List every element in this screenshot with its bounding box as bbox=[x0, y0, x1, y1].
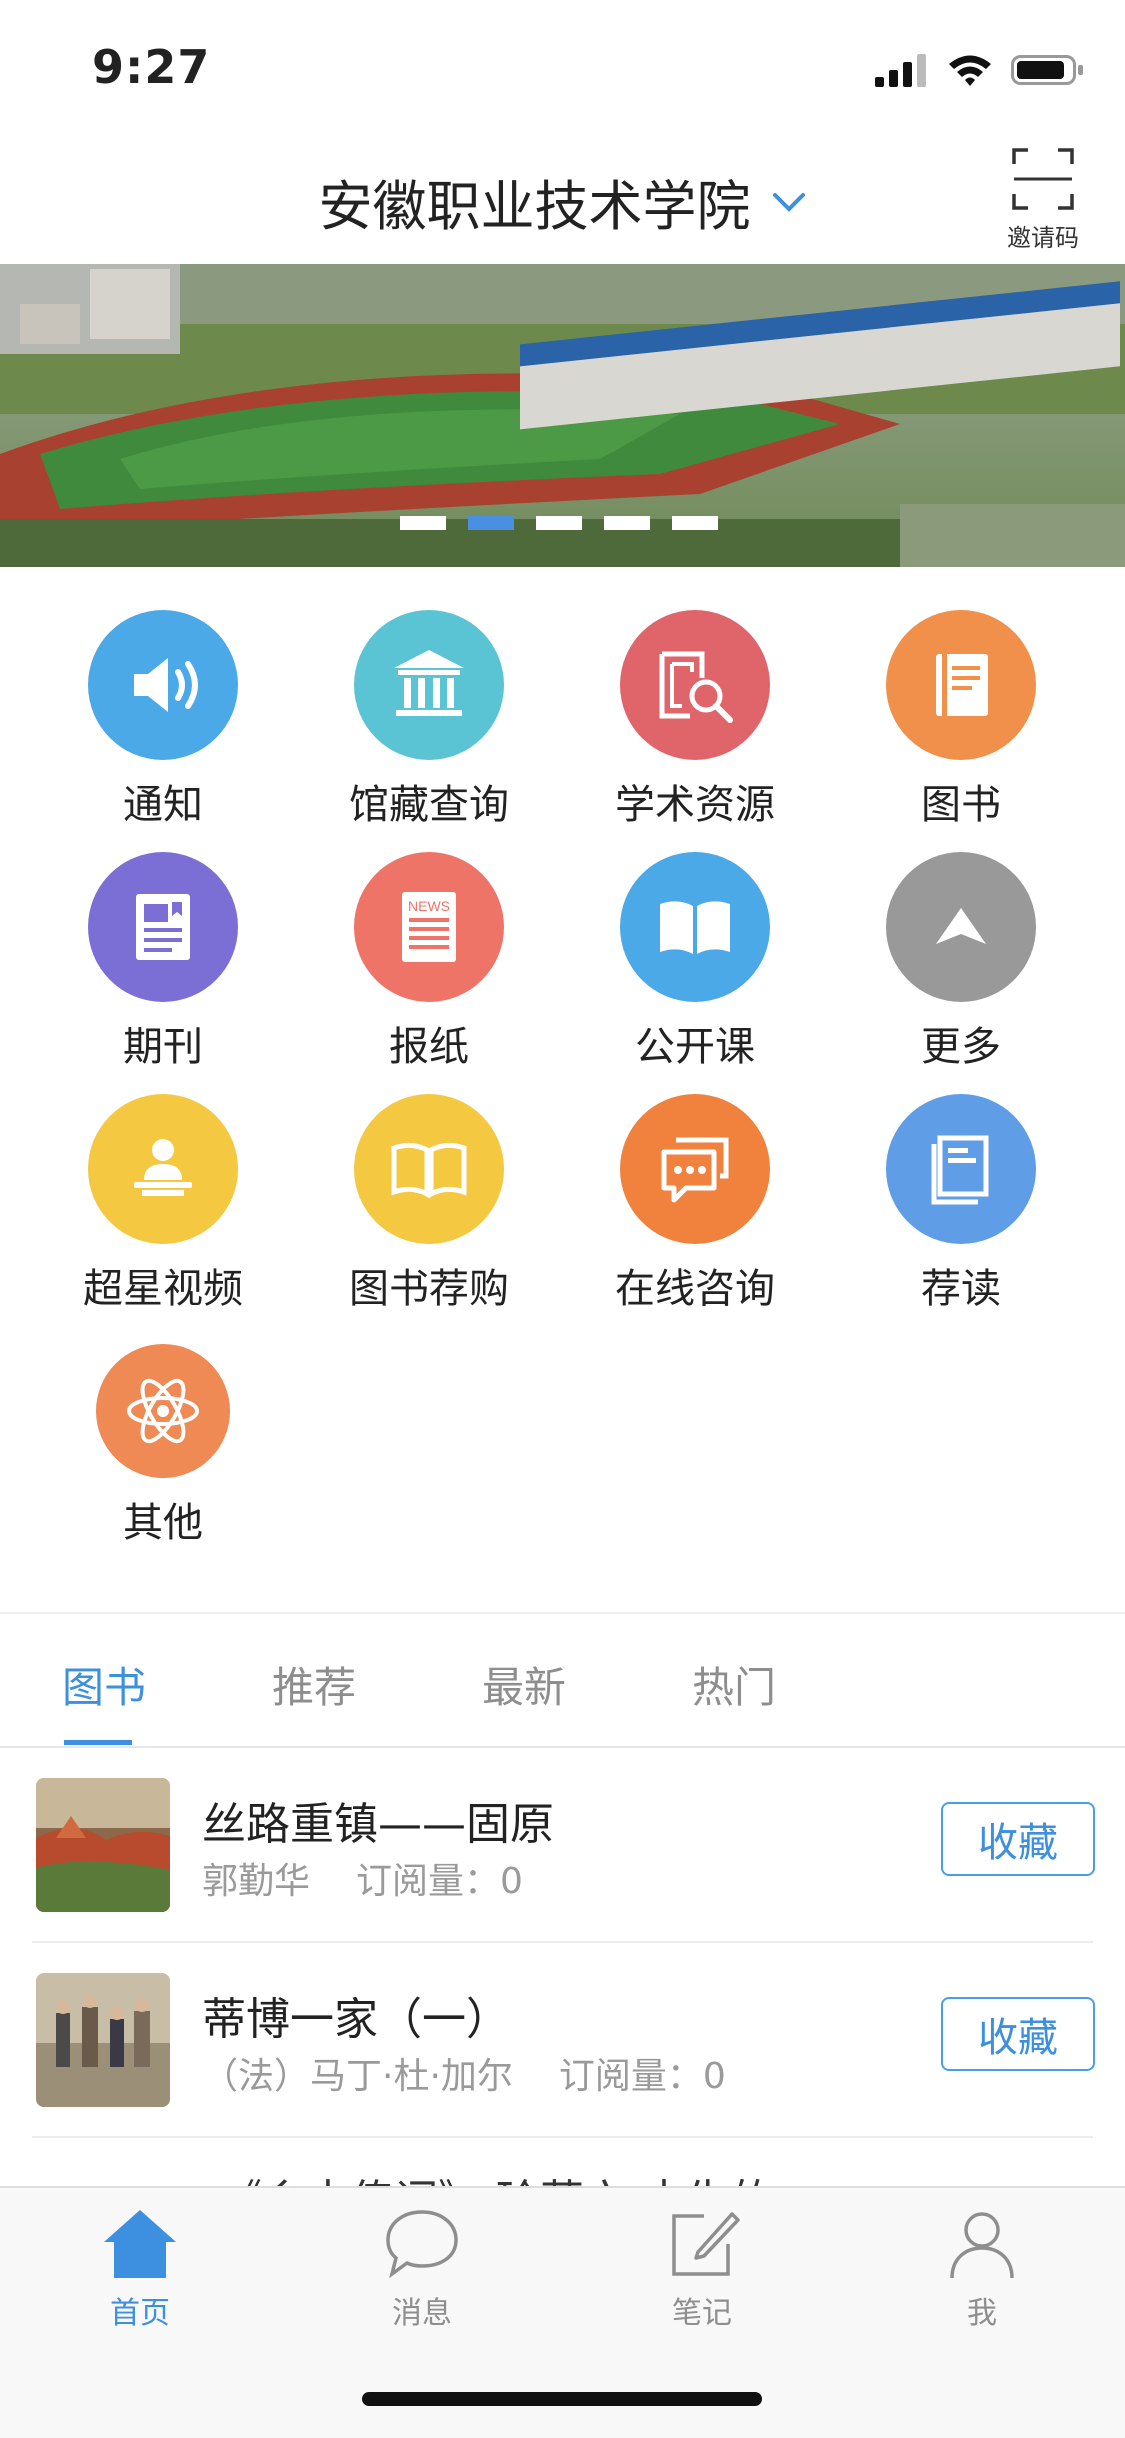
carousel-dot[interactable] bbox=[672, 516, 718, 530]
subscription-label: 订阅量： bbox=[558, 2056, 703, 2097]
cellular-signal-icon bbox=[875, 54, 926, 87]
news-badge-text: NEWS bbox=[408, 898, 450, 914]
battery-icon bbox=[1011, 55, 1083, 85]
active-tab-indicator bbox=[64, 1740, 132, 1745]
status-time: 9:27 bbox=[92, 40, 211, 94]
open-book-icon bbox=[620, 852, 770, 1002]
grid-item-collection-search[interactable]: 馆藏查询 bbox=[296, 610, 562, 840]
tab-popular[interactable]: 热门 bbox=[692, 1654, 776, 1715]
grid-item-online-consultation[interactable]: 在线咨询 bbox=[562, 1094, 828, 1324]
subscription-count: 0 bbox=[702, 2056, 726, 2097]
tabbar-label: 笔记 bbox=[672, 2296, 732, 2331]
open-book-icon bbox=[354, 1094, 504, 1244]
tabbar-item-notes[interactable]: 笔记 bbox=[622, 2206, 782, 2332]
book-title: 丝路重镇——固原 bbox=[202, 1799, 554, 1850]
grid-label: 学术资源 bbox=[615, 782, 775, 828]
list-item[interactable]: 丝路重镇——固原 郭勤华 订阅量：0 收藏 bbox=[0, 1748, 1125, 1943]
grid-label: 通知 bbox=[123, 782, 203, 828]
book-title: 蒂博一家（一） bbox=[202, 1994, 510, 2045]
book-author: 郭勤华 bbox=[202, 1861, 311, 1902]
carousel-dot[interactable] bbox=[400, 516, 446, 530]
page-title: 安徽职业技术学院 bbox=[318, 175, 751, 238]
book-meta: 郭勤华 订阅量：0 bbox=[202, 1852, 523, 1904]
favorite-button[interactable]: 收藏 bbox=[941, 1802, 1095, 1876]
grid-label: 更多 bbox=[921, 1024, 1001, 1070]
home-indicator bbox=[362, 2392, 762, 2406]
chat-icon bbox=[620, 1094, 770, 1244]
grid-label: 公开课 bbox=[635, 1024, 755, 1070]
tabbar-item-me[interactable]: 我 bbox=[902, 2206, 1062, 2332]
note-edit-icon bbox=[672, 2212, 740, 2276]
banner-carousel[interactable] bbox=[0, 264, 1125, 567]
grid-item-chaoxing-video[interactable]: 超星视频 bbox=[30, 1094, 296, 1324]
message-icon bbox=[386, 2210, 458, 2279]
user-icon bbox=[950, 2212, 1014, 2279]
list-item[interactable]: 蒂博一家（一） （法）马丁·杜·加尔 订阅量：0 收藏 bbox=[0, 1943, 1125, 2138]
list-divider bbox=[32, 2136, 1093, 2138]
tab-books[interactable]: 图书 bbox=[62, 1654, 146, 1715]
tabbar-label: 我 bbox=[967, 2296, 997, 2331]
newspaper-icon: NEWS bbox=[354, 852, 504, 1002]
tab-recommended[interactable]: 推荐 bbox=[272, 1654, 356, 1715]
school-selector[interactable]: 安徽职业技术学院 bbox=[0, 162, 1125, 241]
book-icon bbox=[886, 610, 1036, 760]
speaker-icon bbox=[88, 610, 238, 760]
carousel-dot[interactable] bbox=[604, 516, 650, 530]
content-tabs: 图书 推荐 最新 热门 bbox=[0, 1614, 1125, 1746]
carousel-dot-active[interactable] bbox=[468, 516, 514, 530]
tab-latest[interactable]: 最新 bbox=[482, 1654, 566, 1715]
grid-item-journals[interactable]: 期刊 bbox=[30, 852, 296, 1082]
favorite-button[interactable]: 收藏 bbox=[941, 1997, 1095, 2071]
carousel-indicators bbox=[400, 516, 718, 530]
status-bar: 9:27 bbox=[0, 0, 1125, 132]
carousel-dot[interactable] bbox=[536, 516, 582, 530]
grid-label: 期刊 bbox=[123, 1024, 203, 1070]
scan-frame-icon bbox=[1012, 148, 1074, 210]
grid-item-academic-resources[interactable]: 学术资源 bbox=[562, 610, 828, 840]
subscription-label: 订阅量： bbox=[356, 1861, 501, 1902]
grid-label: 报纸 bbox=[389, 1024, 469, 1070]
grid-label: 荐读 bbox=[921, 1266, 1001, 1312]
status-icons bbox=[875, 50, 1085, 90]
grid-label: 超星视频 bbox=[83, 1266, 243, 1312]
lecturer-icon bbox=[88, 1094, 238, 1244]
book-meta: （法）马丁·杜·加尔 订阅量：0 bbox=[202, 2047, 726, 2099]
grid-item-other[interactable]: 其他 bbox=[30, 1336, 296, 1566]
journal-icon bbox=[88, 852, 238, 1002]
grid-item-open-courses[interactable]: 公开课 bbox=[562, 852, 828, 1082]
book-author: （法）马丁·杜·加尔 bbox=[202, 2056, 513, 2097]
grid-item-more[interactable]: 更多 bbox=[828, 852, 1094, 1082]
invite-code-scan-button[interactable]: 邀请码 bbox=[991, 148, 1095, 258]
reading-icon bbox=[886, 1094, 1036, 1244]
tabbar-label: 消息 bbox=[392, 2296, 452, 2331]
tabbar-item-messages[interactable]: 消息 bbox=[342, 2206, 502, 2332]
grid-item-notice[interactable]: 通知 bbox=[30, 610, 296, 840]
subscription-count: 0 bbox=[500, 1861, 523, 1902]
grid-item-recommended-reading[interactable]: 荐读 bbox=[828, 1094, 1094, 1324]
grid-item-book-purchase-recommendation[interactable]: 图书荐购 bbox=[296, 1094, 562, 1324]
header: 安徽职业技术学院 邀请码 bbox=[0, 132, 1125, 264]
wifi-icon bbox=[949, 55, 991, 86]
chevron-down-icon bbox=[772, 192, 805, 212]
book-cover-image bbox=[36, 1973, 170, 2107]
tabbar-item-home[interactable]: 首页 bbox=[60, 2206, 220, 2332]
grid-item-books[interactable]: 图书 bbox=[828, 610, 1094, 840]
scan-label: 邀请码 bbox=[1007, 224, 1079, 252]
grid-label: 图书 bbox=[921, 782, 1001, 828]
book-cover-image bbox=[36, 1778, 170, 1912]
atom-icon bbox=[96, 1344, 230, 1478]
library-building-icon bbox=[354, 610, 504, 760]
grid-item-newspapers[interactable]: NEWS 报纸 bbox=[296, 852, 562, 1082]
tabbar-label: 首页 bbox=[110, 2296, 170, 2331]
grid-label: 馆藏查询 bbox=[349, 782, 509, 828]
grid-label: 在线咨询 bbox=[615, 1266, 775, 1312]
home-icon bbox=[104, 2210, 176, 2278]
grid-label: 图书荐购 bbox=[349, 1266, 509, 1312]
resource-search-icon bbox=[620, 610, 770, 760]
arrow-up-icon bbox=[886, 852, 1036, 1002]
grid-label: 其他 bbox=[123, 1500, 203, 1546]
